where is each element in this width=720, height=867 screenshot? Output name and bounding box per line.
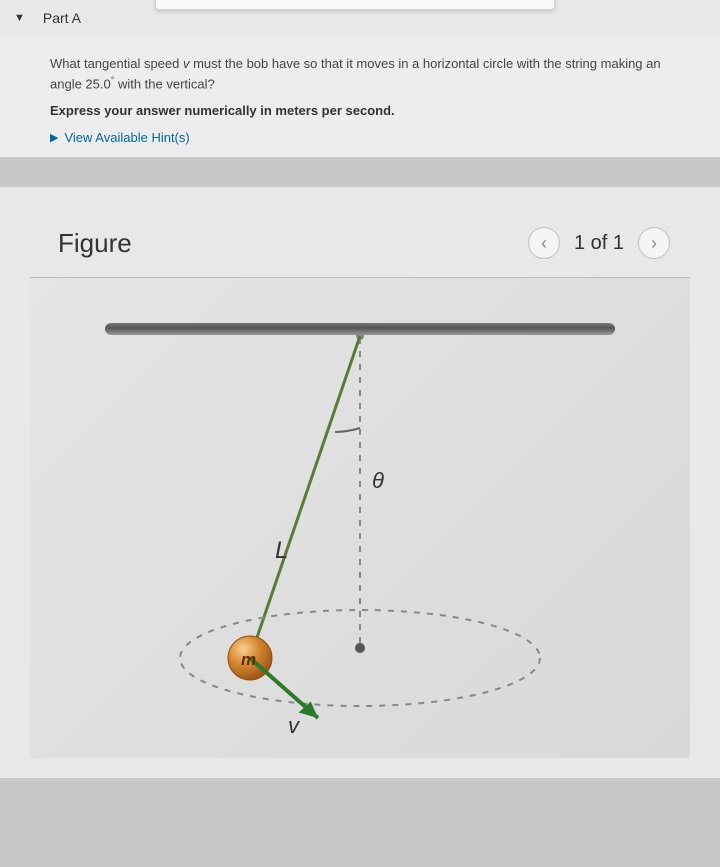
caret-right-icon: ▶ [50,131,58,144]
question-text: What tangential speed v must the bob hav… [50,54,670,93]
theta-label: θ [372,468,384,493]
part-label: Part A [43,10,81,26]
chevron-left-icon: ‹ [541,233,547,254]
question-body: What tangential speed v must the bob hav… [0,36,720,157]
string-line [250,336,360,658]
chevron-right-icon: › [651,233,657,254]
figure-header: Figure ‹ 1 of 1 › [30,227,690,278]
next-figure-button[interactable]: › [638,227,670,259]
view-hints-button[interactable]: ▶ View Available Hint(s) [50,130,670,145]
figure-section: Figure ‹ 1 of 1 › [0,187,720,778]
collapsed-toolbar [155,0,555,10]
hints-label: View Available Hint(s) [64,130,189,145]
answer-instruction: Express your answer numerically in meter… [50,103,670,118]
pager-text: 1 of 1 [574,232,624,255]
center-point [355,643,365,653]
length-label: L [275,537,288,564]
angle-arc [335,428,360,432]
prev-figure-button[interactable]: ‹ [528,227,560,259]
pendulum-diagram: θ L m v [30,278,690,758]
velocity-label: v [288,713,301,738]
section-gap [0,157,720,187]
figure-pager: ‹ 1 of 1 › [528,227,670,259]
figure-diagram: θ L m v [30,278,690,758]
caret-down-icon: ▼ [14,12,25,24]
mass-label: m [241,650,256,669]
figure-title: Figure [58,228,132,259]
